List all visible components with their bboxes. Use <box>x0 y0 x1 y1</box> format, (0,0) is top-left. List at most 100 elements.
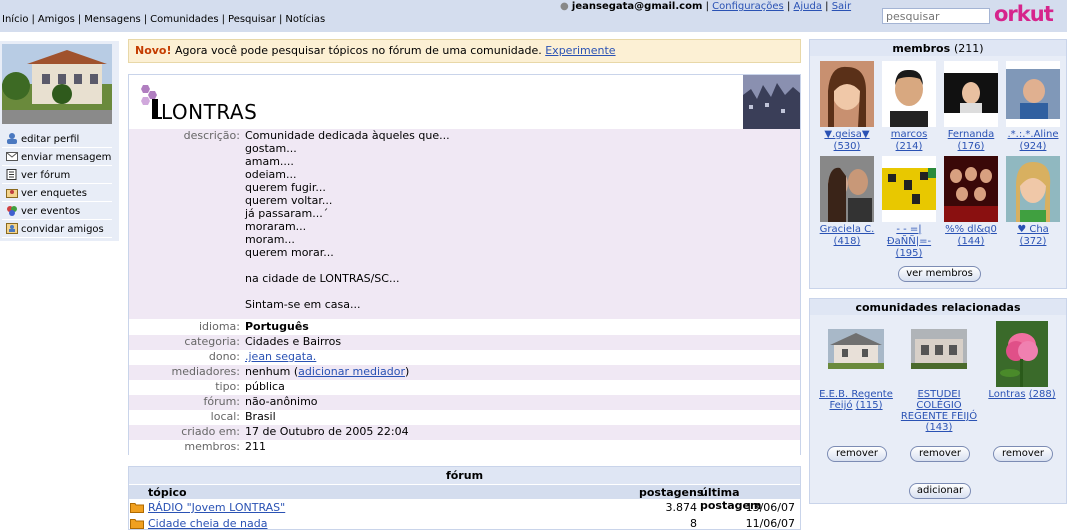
notice-try-link[interactable]: Experimente <box>545 44 615 57</box>
member-friend-count[interactable]: (372) <box>1020 236 1047 247</box>
invite-icon <box>6 223 18 234</box>
forum-icon <box>6 169 18 180</box>
nav-search[interactable]: Pesquisar <box>228 14 276 25</box>
top-nav: Início | Amigos | Mensagens | Comunidades | Pesq… <box>2 14 326 25</box>
forum-title: fórum <box>129 467 800 484</box>
member-friend-count[interactable]: (530) <box>834 141 861 152</box>
info-value: Português <box>245 320 309 333</box>
forum-header-row: tópico postagens última postagem <box>129 485 800 512</box>
community-info-box: LONTRAS descrição: Comunidade dedicada à… <box>128 74 801 455</box>
member-friend-count[interactable]: (214) <box>896 141 923 152</box>
member-name[interactable]: ♥ Cha <box>1017 224 1049 235</box>
related-community-count[interactable]: (288) <box>1029 389 1056 400</box>
member-card[interactable]: Graciela C. (418) <box>816 156 878 248</box>
search-input[interactable] <box>882 8 990 24</box>
member-photo[interactable] <box>944 61 998 127</box>
community-title: LONTRAS <box>139 83 339 127</box>
info-value: Comunidade dedicada àqueles que... gosta… <box>245 129 790 337</box>
forum-post-count: 3.874 <box>665 501 698 514</box>
sidebar-item-label: convidar amigos <box>21 224 104 235</box>
member-name[interactable]: marcos <box>891 129 928 140</box>
envelope-icon <box>6 151 18 162</box>
member-card[interactable]: %% dl&q0 (144) <box>940 156 1002 248</box>
related-community-card[interactable]: E.E.B. Regente Feijó (115) <box>816 329 896 411</box>
member-card[interactable]: marcos (214) <box>878 61 940 153</box>
member-name[interactable]: Graciela C. <box>820 224 875 235</box>
info-key: tipo: <box>215 380 240 393</box>
help-link[interactable]: Ajuda <box>794 1 822 12</box>
member-card[interactable]: Fernanda (176) <box>940 61 1002 153</box>
member-name[interactable]: .*.:.*.Aline <box>1008 129 1059 140</box>
related-community-card[interactable]: Lontras (288) <box>982 321 1062 400</box>
member-photo[interactable] <box>1006 156 1060 222</box>
member-name[interactable]: - - =|ÐаÑÑ|=- <box>887 224 931 247</box>
nav-communities[interactable]: Comunidades <box>150 14 218 25</box>
nav-home[interactable]: Início <box>2 14 28 25</box>
member-card[interactable]: ♥ Cha (372) <box>1002 156 1064 248</box>
member-friend-count[interactable]: (924) <box>1020 141 1047 152</box>
sidebar-item-invite[interactable]: convidar amigos <box>2 221 112 238</box>
member-friend-count[interactable]: (144) <box>958 236 985 247</box>
member-card[interactable]: - - =|ÐаÑÑ|=- (195) <box>878 156 940 260</box>
remove-button[interactable]: remover <box>993 446 1053 462</box>
members-header: membros (211) <box>810 40 1066 56</box>
member-photo[interactable] <box>882 156 936 222</box>
member-photo[interactable] <box>820 61 874 127</box>
sidebar-item-events[interactable]: ver eventos <box>2 203 112 220</box>
member-card[interactable]: ▼.geisa▼ (530) <box>816 61 878 153</box>
member-name[interactable]: ▼.geisa▼ <box>824 129 869 140</box>
community-photo[interactable] <box>2 44 112 124</box>
notice-new-label: Novo! <box>135 44 172 57</box>
member-friend-count[interactable]: (195) <box>896 248 923 259</box>
member-friend-count[interactable]: (176) <box>958 141 985 152</box>
remove-button[interactable]: remover <box>910 446 970 462</box>
nav-friends[interactable]: Amigos <box>38 14 75 25</box>
community-cover-image[interactable] <box>743 75 800 129</box>
member-photo[interactable] <box>944 156 998 222</box>
sidebar-item-polls[interactable]: ver enquetes <box>2 185 112 202</box>
info-key: categoria: <box>184 335 240 348</box>
poll-icon <box>6 187 18 198</box>
member-friend-count[interactable]: (418) <box>834 236 861 247</box>
member-card[interactable]: .*.:.*.Aline (924) <box>1002 61 1064 153</box>
view-members-button[interactable]: ver membros <box>898 266 981 282</box>
related-community-photo[interactable] <box>911 329 967 369</box>
related-community-card[interactable]: ESTUDEI COLÉGIO REGENTE FEIJÓ (143) <box>899 329 979 433</box>
notice-banner: Novo! Agora você pode pesquisar tópicos … <box>128 39 801 63</box>
related-community-count[interactable]: (115) <box>856 400 883 411</box>
logout-link[interactable]: Sair <box>832 1 851 12</box>
forum-topic-link[interactable]: Cidade cheia de nada <box>148 517 267 530</box>
related-community-name[interactable]: ESTUDEI COLÉGIO REGENTE FEIJÓ <box>901 389 977 422</box>
member-name[interactable]: Fernanda <box>948 129 995 140</box>
add-button[interactable]: adicionar <box>909 483 971 499</box>
remove-button[interactable]: remover <box>827 446 887 462</box>
owner-link[interactable]: .jean segata. <box>245 350 316 363</box>
info-row-category: categoria: Cidades e Bairros <box>129 335 800 350</box>
related-community-name[interactable]: Lontras <box>988 389 1025 400</box>
orkut-logo[interactable]: orkut <box>994 2 1054 26</box>
add-moderator-link[interactable]: adicionar mediador <box>298 365 405 378</box>
info-key: descrição: <box>183 129 240 142</box>
related-community-photo[interactable] <box>828 329 884 369</box>
forum-last-post: 13/06/07 <box>745 501 795 514</box>
member-photo[interactable] <box>882 61 936 127</box>
sidebar-item-send-message[interactable]: enviar mensagem <box>2 149 112 166</box>
related-community-count[interactable]: (143) <box>926 422 953 433</box>
settings-link[interactable]: Configurações <box>712 1 784 12</box>
member-photo[interactable] <box>820 156 874 222</box>
forum-post-count: 8 <box>690 517 697 530</box>
info-row-language: idioma: Português <box>129 320 800 335</box>
sidebar-item-forum[interactable]: ver fórum <box>2 167 112 184</box>
info-value: 17 de Outubro de 2005 22:04 <box>245 425 409 438</box>
sidebar-item-edit-profile[interactable]: editar perfil <box>2 131 112 148</box>
info-key: mediadores: <box>171 365 240 378</box>
nav-messages[interactable]: Mensagens <box>84 14 141 25</box>
member-name[interactable]: %% dl&q0 <box>945 224 997 235</box>
info-row-created: criado em: 17 de Outubro de 2005 22:04 <box>129 425 800 440</box>
member-photo[interactable] <box>1006 61 1060 127</box>
related-community-photo[interactable] <box>996 321 1048 387</box>
community-sidebar: editar perfil enviar mensagem ver fórum … <box>0 41 119 241</box>
info-row-moderators: mediadores: nenhum (adicionar mediador) <box>129 365 800 380</box>
nav-news[interactable]: Notícias <box>285 14 325 25</box>
forum-topic-link[interactable]: RÁDIO "Jovem LONTRAS" <box>148 501 285 514</box>
